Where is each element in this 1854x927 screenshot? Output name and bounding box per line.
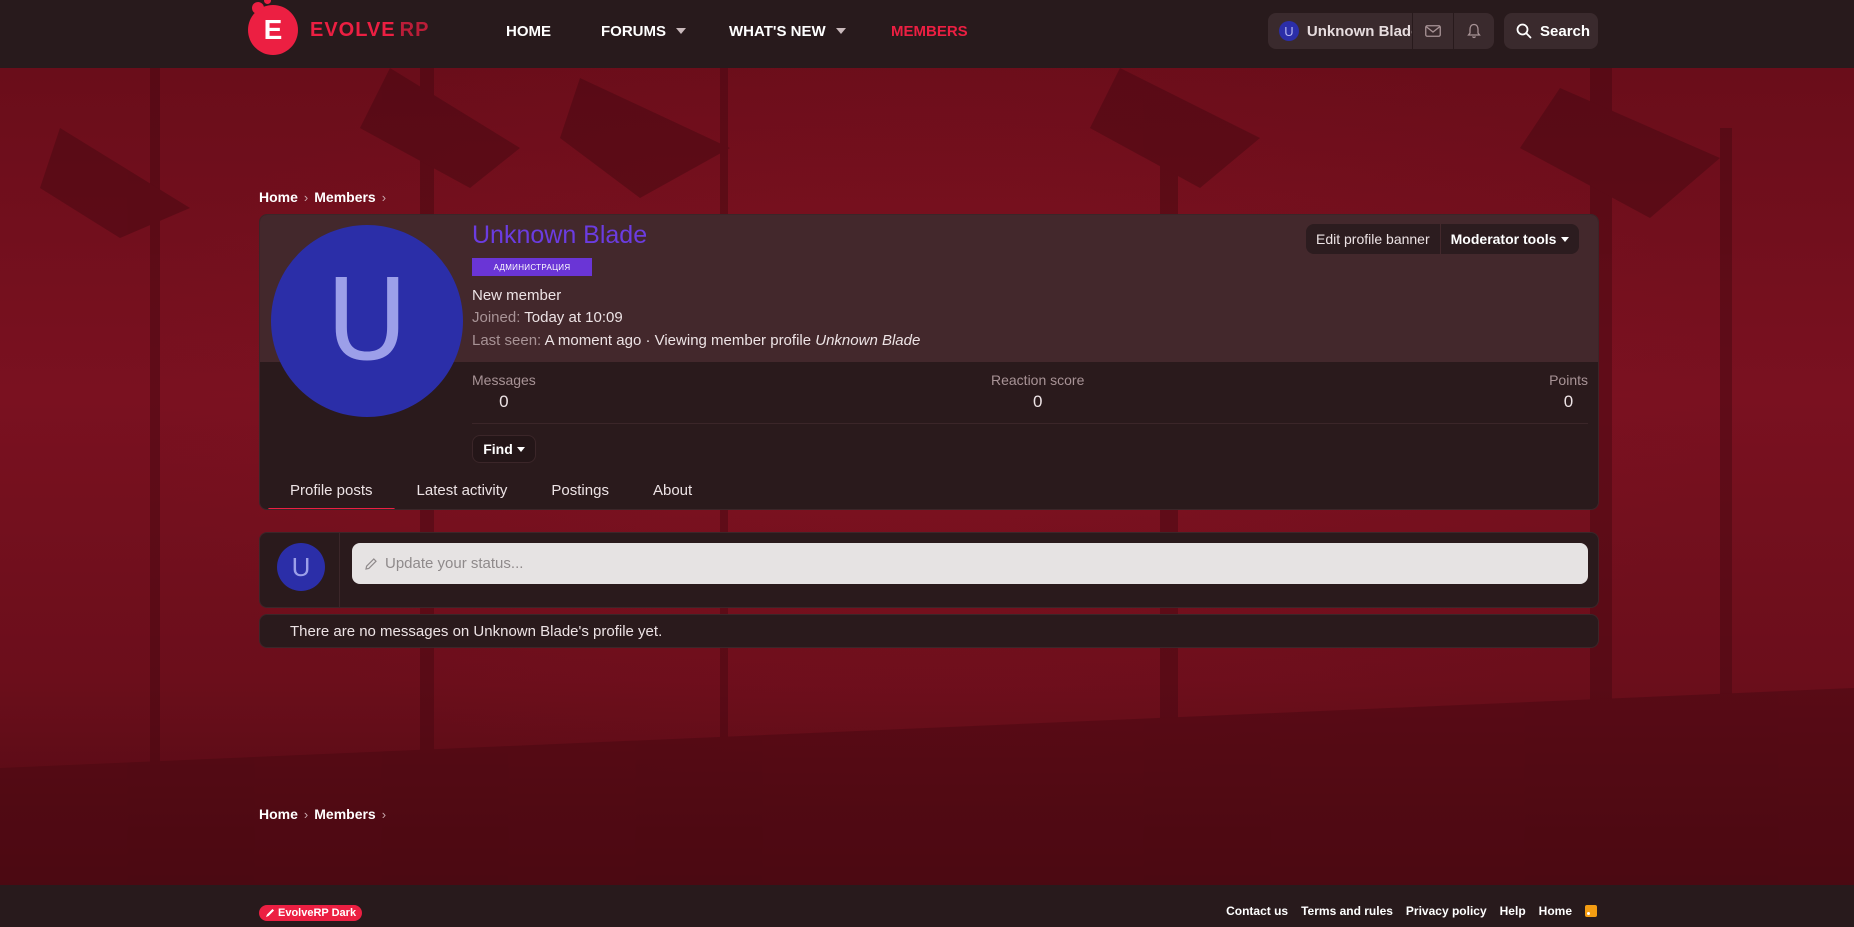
paintbrush-icon xyxy=(266,909,274,917)
pencil-icon xyxy=(365,557,377,570)
footer-link-help[interactable]: Help xyxy=(1500,904,1526,918)
footer-links: Contact us Terms and rules Privacy polic… xyxy=(1213,904,1597,918)
profile-stats: Messages 0 Reaction score 0 Points 0 xyxy=(472,372,1588,424)
profile-tools-group: Edit profile banner Moderator tools xyxy=(1306,224,1580,254)
find-button[interactable]: Find xyxy=(472,435,536,463)
bell-icon xyxy=(1467,23,1481,39)
tab-about[interactable]: About xyxy=(631,477,714,509)
stat-value: 0 xyxy=(1563,392,1574,411)
user-title: New member xyxy=(472,287,562,304)
tab-latest-activity[interactable]: Latest activity xyxy=(395,477,530,509)
last-seen-row: Last seen: A moment ago · Viewing member… xyxy=(472,332,920,349)
chevron-down-icon[interactable] xyxy=(835,28,846,34)
last-seen-label: Last seen: xyxy=(472,332,542,349)
tab-label: About xyxy=(652,482,693,499)
logo-badge: E xyxy=(248,0,298,55)
status-update-box: U Update your status... xyxy=(259,532,1599,608)
nav-home-label: HOME xyxy=(506,22,551,40)
envelope-icon xyxy=(1425,25,1442,37)
stat-value: 0 xyxy=(1032,392,1043,411)
chevron-down-icon xyxy=(1561,236,1570,242)
search-button[interactable]: Search xyxy=(1504,13,1598,49)
stat-label: Points xyxy=(1549,372,1588,388)
tab-label: Profile posts xyxy=(290,482,373,499)
nav-whats-new[interactable]: WHAT'S NEW xyxy=(729,0,846,62)
status-input[interactable]: Update your status... xyxy=(352,543,1588,584)
profile-username[interactable]: Unknown Blade xyxy=(472,221,647,250)
tab-profile-posts[interactable]: Profile posts xyxy=(268,477,395,509)
joined-row: Joined: Today at 10:09 xyxy=(472,309,623,326)
breadcrumb-members[interactable]: Members xyxy=(314,189,375,205)
nav-members-label: MEMBERS xyxy=(891,22,968,40)
rss-icon[interactable] xyxy=(1585,905,1597,917)
status-avatar-column: U xyxy=(260,533,340,607)
footer-link-home[interactable]: Home xyxy=(1539,904,1572,918)
nav-home[interactable]: HOME xyxy=(506,0,551,62)
breadcrumb: Home › Members › xyxy=(259,189,392,205)
style-label: EvolveRP Dark xyxy=(278,907,357,919)
avatar[interactable]: U xyxy=(1279,21,1299,41)
status-placeholder: Update your status... xyxy=(385,555,524,572)
chevron-right-icon: › xyxy=(303,806,309,822)
account-username[interactable]: Unknown Blade xyxy=(1307,23,1412,40)
nav-members[interactable]: MEMBERS xyxy=(891,0,968,62)
stat-label: Reaction score xyxy=(991,372,1085,388)
tab-label: Latest activity xyxy=(416,482,508,499)
logo-word-evolve: EVOLVE xyxy=(310,18,396,41)
moderator-tools-label: Moderator tools xyxy=(1450,231,1557,247)
user-banner-badge: АДМИНИСТРАЦИЯ xyxy=(472,258,592,276)
nav-whats-new-label: WHAT'S NEW xyxy=(729,22,826,40)
logo-text: EVOLVE RP xyxy=(310,19,429,42)
joined-value: Today at 10:09 xyxy=(524,309,623,326)
chevron-down-icon xyxy=(516,446,525,452)
top-navigation-bar: E EVOLVE RP HOME FORUMS WHAT'S NEW MEMBER… xyxy=(0,0,1854,68)
breadcrumb-home[interactable]: Home xyxy=(259,189,298,205)
joined-label: Joined: xyxy=(472,309,521,326)
nav-forums-label: FORUMS xyxy=(601,22,666,40)
chevron-right-icon: › xyxy=(381,189,387,205)
last-seen-target-link[interactable]: Unknown Blade xyxy=(815,332,920,349)
nav-forums[interactable]: FORUMS xyxy=(601,0,686,62)
no-messages-notice: There are no messages on Unknown Blade's… xyxy=(259,614,1599,648)
breadcrumb-home[interactable]: Home xyxy=(259,806,298,822)
stat-label: Messages xyxy=(472,372,536,388)
stat-reaction-score[interactable]: Reaction score 0 xyxy=(991,372,1084,412)
footer-link-contact-us[interactable]: Contact us xyxy=(1226,904,1288,918)
site-logo[interactable]: E EVOLVE RP xyxy=(248,0,429,58)
footer-link-privacy[interactable]: Privacy policy xyxy=(1406,904,1487,918)
tab-postings[interactable]: Postings xyxy=(529,477,631,509)
alerts-button[interactable] xyxy=(1454,23,1494,39)
profile-tabs: Profile posts Latest activity Postings A… xyxy=(268,477,714,509)
stat-points[interactable]: Points 0 xyxy=(1549,372,1588,412)
chevron-right-icon: › xyxy=(381,806,387,822)
breadcrumb-bottom: Home › Members › xyxy=(259,806,392,822)
profile-avatar[interactable]: U xyxy=(271,225,463,417)
find-label: Find xyxy=(483,441,513,457)
avatar[interactable]: U xyxy=(277,543,325,591)
edit-profile-banner-button[interactable]: Edit profile banner xyxy=(1306,231,1440,247)
chevron-down-icon[interactable] xyxy=(676,28,686,34)
moderator-tools-button[interactable]: Moderator tools xyxy=(1441,231,1580,247)
stat-messages[interactable]: Messages 0 xyxy=(472,372,536,412)
style-chooser-button[interactable]: EvolveRP Dark xyxy=(259,905,363,921)
search-label: Search xyxy=(1540,22,1591,40)
search-icon xyxy=(1516,23,1532,39)
profile-card: U Unknown Blade АДМИНИСТРАЦИЯ New member… xyxy=(259,214,1599,510)
footer-link-terms[interactable]: Terms and rules xyxy=(1301,904,1393,918)
last-seen-value: A moment ago · Viewing member profile xyxy=(544,332,812,349)
chevron-right-icon: › xyxy=(303,189,309,205)
inbox-button[interactable] xyxy=(1413,25,1453,37)
logo-word-rp: RP xyxy=(399,18,430,41)
breadcrumb-members[interactable]: Members xyxy=(314,806,375,822)
tab-label: Postings xyxy=(551,482,609,499)
stat-value: 0 xyxy=(499,392,509,411)
account-menu: U Unknown Blade xyxy=(1268,13,1494,49)
